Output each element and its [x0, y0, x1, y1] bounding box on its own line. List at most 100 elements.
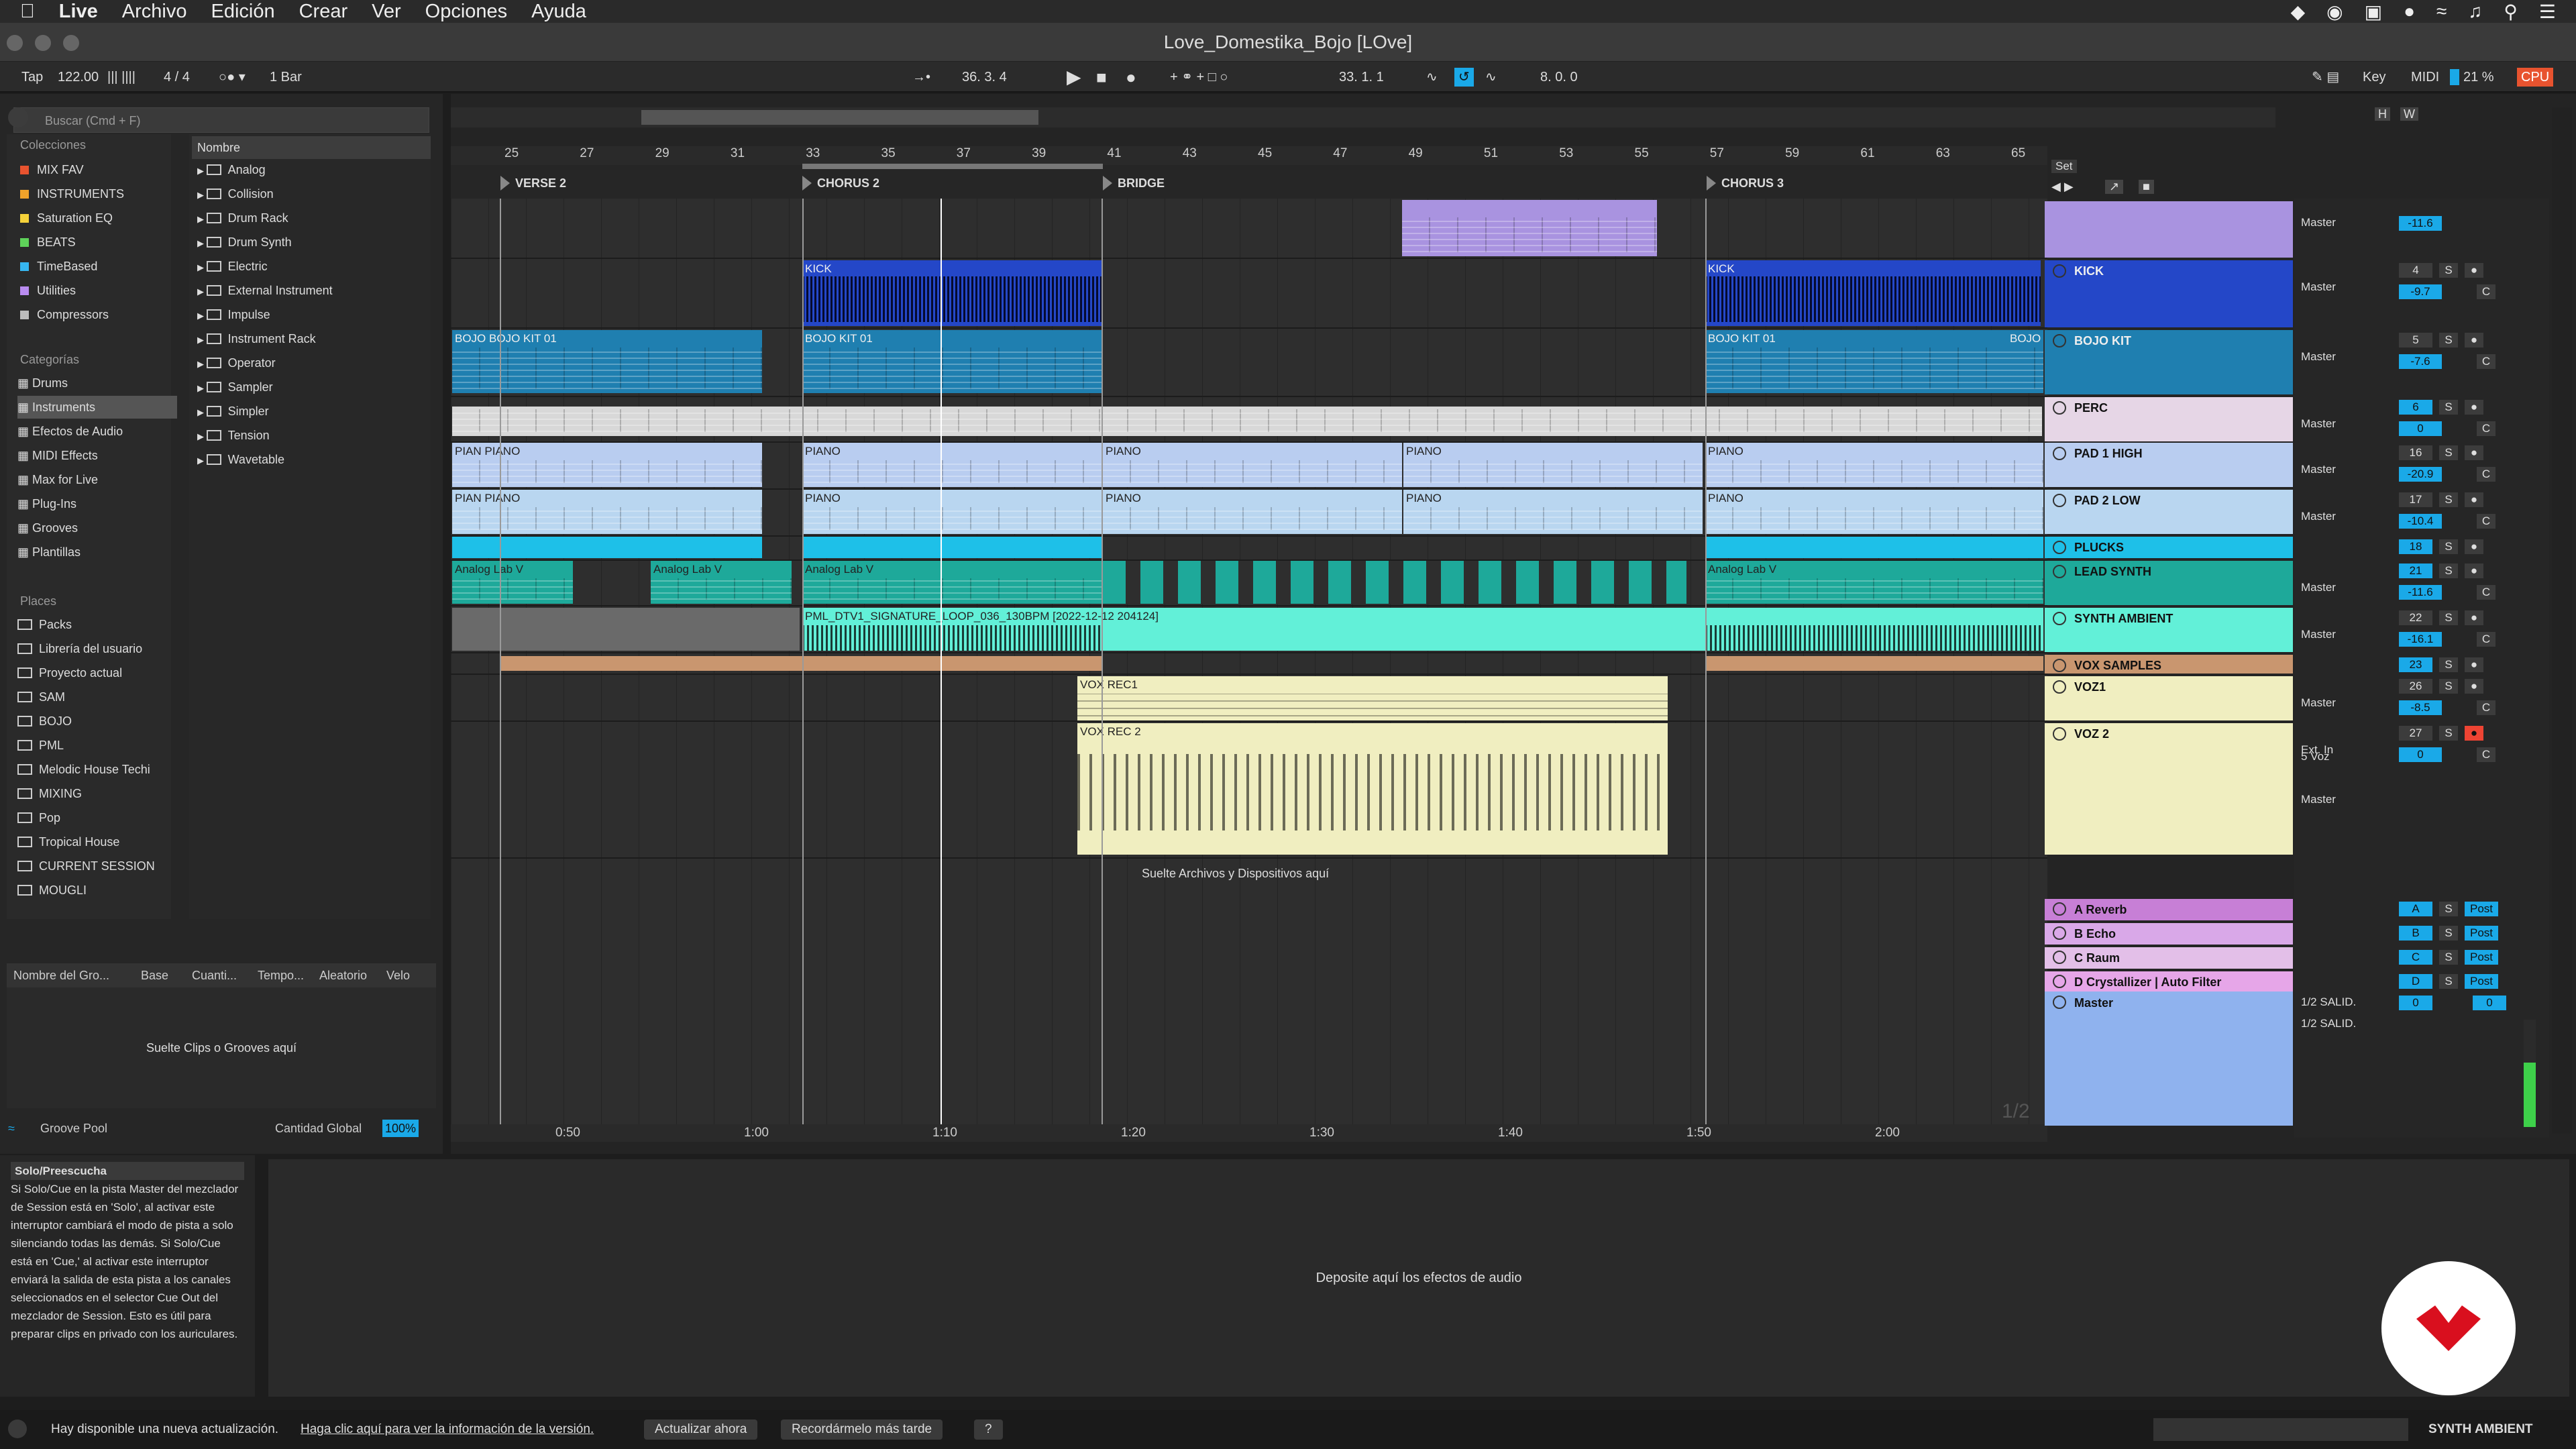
solo-button[interactable]: S — [2439, 539, 2458, 554]
clip-pad2[interactable]: PIANO — [802, 490, 1102, 534]
post-button[interactable]: Post — [2465, 950, 2498, 965]
fold-toggle-icon[interactable] — [2053, 951, 2066, 964]
fold-toggle-icon[interactable] — [2053, 612, 2066, 625]
track-output-select[interactable]: Master — [2301, 581, 2336, 594]
playhead[interactable] — [941, 199, 942, 1131]
solo-button[interactable]: S — [2439, 400, 2458, 415]
solo-button[interactable]: S — [2439, 679, 2458, 694]
clip-synth-ambient-muted[interactable] — [452, 608, 800, 651]
metronome-icon[interactable]: ||| |||| — [107, 62, 136, 93]
return-activator[interactable]: C — [2399, 950, 2432, 965]
expand-icon[interactable]: ▶ — [197, 359, 207, 369]
track-activator[interactable]: 26 — [2399, 679, 2432, 694]
track-volume[interactable]: -8.5 — [2399, 700, 2442, 715]
return-activator[interactable]: D — [2399, 974, 2432, 989]
browser-item[interactable]: ▶ Operator — [197, 352, 276, 374]
track-volume[interactable]: -16.1 — [2399, 632, 2442, 647]
clip-perc[interactable] — [452, 407, 2042, 436]
master-output-2[interactable]: 1/2 SALID. — [2301, 1017, 2356, 1030]
update-info-link[interactable]: Haga clic aquí para ver la información d… — [301, 1410, 594, 1449]
top-track-volume[interactable]: -11.6 — [2399, 216, 2442, 231]
category-item[interactable]: ▦ Max for Live — [17, 468, 98, 491]
track-volume[interactable]: 0 — [2399, 421, 2442, 436]
browser-toggle-icon[interactable] — [8, 107, 28, 127]
clip-vox-samples[interactable] — [1705, 656, 2043, 671]
master-cue[interactable]: 0 — [2473, 996, 2506, 1010]
punch-icon[interactable]: ∿ — [1426, 62, 1438, 93]
browser-item[interactable]: ▶ Drum Synth — [197, 231, 292, 254]
fold-toggle-icon[interactable] — [2053, 565, 2066, 578]
clip-pad1[interactable]: PIANO — [802, 443, 1102, 487]
track-header[interactable]: KICK — [2045, 260, 2293, 327]
solo-button[interactable]: S — [2439, 445, 2458, 460]
groove-drop-zone[interactable]: Suelte Clips o Grooves aquí — [7, 987, 436, 1108]
fold-toggle-icon[interactable] — [2053, 902, 2066, 916]
return-track-header[interactable]: A Reverb — [2045, 899, 2293, 920]
beat-ruler[interactable]: 25 27 29 31 33 35 37 39 41 43 45 47 49 51 53 55 57 59 61 63… — [451, 146, 2047, 165]
status-icon[interactable]: ◉ — [2326, 1, 2343, 23]
update-now-button[interactable]: Actualizar ahora — [644, 1419, 758, 1440]
groove-col-quant[interactable]: Cuanti... — [185, 969, 251, 983]
solo-button[interactable]: S — [2439, 726, 2458, 741]
collection-item[interactable]: BEATS — [20, 231, 76, 254]
place-item[interactable]: Librería del usuario — [17, 637, 142, 660]
pan-knob[interactable]: C — [2477, 354, 2496, 369]
clip-kick[interactable]: KICK — [1705, 260, 2041, 326]
track-activator[interactable]: 22 — [2399, 610, 2432, 625]
track-volume[interactable]: -9.7 — [2399, 284, 2442, 299]
solo-button[interactable]: S — [2439, 263, 2458, 278]
post-button[interactable]: Post — [2465, 926, 2498, 941]
track-volume[interactable]: 0 — [2399, 747, 2442, 762]
track-activator[interactable]: 23 — [2399, 657, 2432, 672]
expand-icon[interactable]: ▶ — [197, 407, 207, 417]
groove-pool-icon[interactable]: ≈ — [8, 1115, 15, 1142]
category-item[interactable]: ▦ Grooves — [17, 517, 78, 539]
return-track-header[interactable]: C Raum — [2045, 947, 2293, 969]
place-item[interactable]: MOUGLI — [17, 879, 87, 902]
solo-button[interactable]: S — [2439, 657, 2458, 672]
return-activator[interactable]: B — [2399, 926, 2432, 941]
browser-item[interactable]: ▶ Collision — [197, 182, 274, 205]
menu-opciones[interactable]: Opciones — [425, 1, 508, 23]
arm-button[interactable]: ● — [2465, 679, 2483, 694]
place-item[interactable]: Proyecto actual — [17, 661, 122, 684]
locator-bridge[interactable]: BRIDGE — [1103, 176, 1165, 191]
browser-item[interactable]: ▶ Drum Rack — [197, 207, 288, 229]
track-header-bass[interactable] — [2045, 201, 2293, 258]
return-track-header[interactable]: B Echo — [2045, 923, 2293, 945]
fold-toggle-icon[interactable] — [2053, 264, 2066, 278]
clip-lead-synth[interactable] — [1103, 561, 1686, 604]
device-drop-zone[interactable]: Deposite aquí los efectos de audio — [268, 1159, 2569, 1397]
right-scrollbar[interactable] — [2552, 107, 2572, 1134]
expand-icon[interactable]: ▶ — [197, 455, 207, 466]
menu-ver[interactable]: Ver — [372, 1, 401, 23]
collection-item[interactable]: TimeBased — [20, 255, 97, 278]
menu-edicion[interactable]: Edición — [211, 1, 274, 23]
track-header[interactable]: BOJO KIT — [2045, 330, 2293, 394]
return-activator[interactable]: A — [2399, 902, 2432, 916]
menu-crear[interactable]: Crear — [299, 1, 348, 23]
track-volume[interactable]: -11.6 — [2399, 585, 2442, 600]
locator-bar[interactable] — [451, 165, 2047, 199]
post-button[interactable]: Post — [2465, 974, 2498, 989]
midi-map-button[interactable]: MIDI — [2411, 62, 2439, 93]
time-ruler[interactable]: 0:50 1:00 1:10 1:20 1:30 1:40 1:50 2:00 — [451, 1124, 2047, 1142]
place-item[interactable]: CURRENT SESSION — [17, 855, 155, 877]
loop-start-field[interactable]: 33. 1. 1 — [1339, 62, 1384, 93]
clip-plucks[interactable] — [452, 537, 762, 558]
pan-knob[interactable]: C — [2477, 632, 2496, 647]
expand-icon[interactable]: ▶ — [197, 262, 207, 272]
overview-mini[interactable] — [2153, 1418, 2408, 1441]
menu-icon[interactable]: ☰ — [2539, 1, 2556, 23]
menu-ayuda[interactable]: Ayuda — [531, 1, 586, 23]
input-channel-select[interactable]: 5 Voz — [2301, 750, 2330, 763]
arm-button[interactable]: ● — [2465, 726, 2483, 741]
clip-bojo-kit[interactable]: BOJO KIT 01 — [1705, 330, 2007, 393]
draw-icon[interactable]: ✎ ▤ — [2312, 62, 2339, 93]
clip-lead-synth[interactable]: Analog Lab V — [1705, 561, 2043, 604]
clip-lead-synth[interactable]: Analog Lab V — [651, 561, 792, 604]
track-volume[interactable]: -20.9 — [2399, 467, 2442, 482]
clip-bojo-kit[interactable]: BOJO — [2007, 330, 2043, 393]
locator-verse-2[interactable]: VERSE 2 — [500, 176, 566, 191]
track-output-select[interactable]: Master — [2301, 510, 2336, 523]
